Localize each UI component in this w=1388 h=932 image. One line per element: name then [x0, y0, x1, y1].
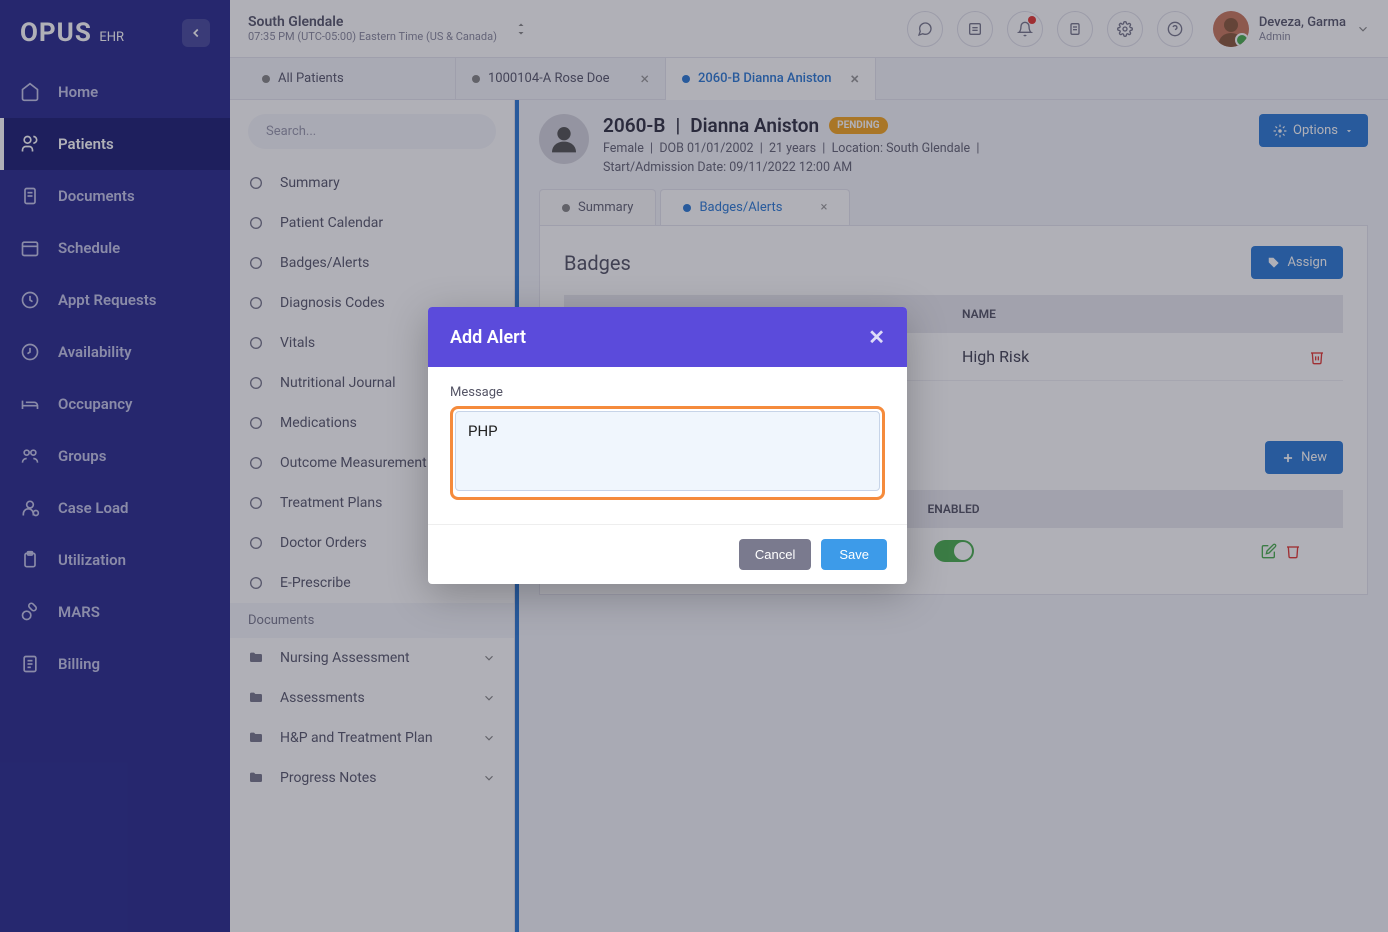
close-icon[interactable]: ✕ — [868, 325, 885, 349]
message-textarea[interactable]: PHP — [455, 411, 880, 491]
modal-title: Add Alert — [450, 327, 526, 348]
save-button[interactable]: Save — [821, 539, 887, 570]
message-label: Message — [450, 385, 885, 400]
cancel-button[interactable]: Cancel — [739, 539, 811, 570]
add-alert-modal: Add Alert ✕ Message PHP Cancel Save — [428, 307, 907, 584]
